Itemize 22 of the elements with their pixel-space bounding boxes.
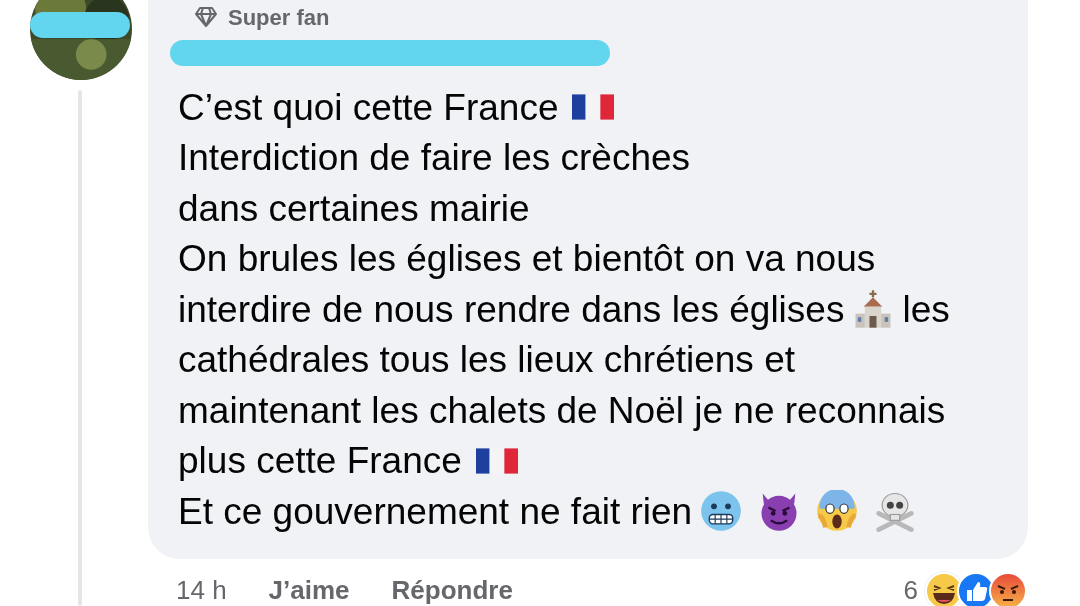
comment-text: dans certaines mairie bbox=[178, 186, 530, 231]
comment-text: C’est quoi cette France bbox=[178, 85, 559, 130]
comment-text: maintenant les chalets de Noël je ne reconnais bbox=[178, 388, 946, 433]
timestamp: 14 h bbox=[176, 574, 227, 606]
reactions[interactable] bbox=[924, 570, 1028, 606]
comment-text: plus cette France bbox=[178, 439, 462, 483]
comment-text: cathédrales tous les lieux chrétiens et bbox=[178, 338, 795, 382]
badge-label: Super fan bbox=[228, 3, 330, 32]
action-link[interactable]: Répondre bbox=[391, 571, 513, 606]
comment-text: les bbox=[902, 287, 950, 332]
screaming-face-icon bbox=[816, 490, 859, 533]
skull-crossbones-icon bbox=[874, 490, 917, 533]
comment-text: On brules les églises et bientôt on va nous bbox=[178, 237, 876, 281]
comment-text: Et ce gouvernement ne fait rien bbox=[178, 489, 693, 534]
comment-text: Interdiction de faire les crèches bbox=[178, 136, 691, 180]
freezing-face-icon bbox=[700, 490, 743, 533]
action-link[interactable]: J’aime bbox=[268, 571, 350, 606]
comment-text: interdire de nous rendre dans les églises bbox=[178, 287, 845, 332]
reaction-count: 6 bbox=[903, 574, 918, 606]
flag-icon bbox=[475, 447, 518, 474]
diamond-icon bbox=[194, 6, 218, 28]
flag-icon bbox=[572, 94, 615, 121]
